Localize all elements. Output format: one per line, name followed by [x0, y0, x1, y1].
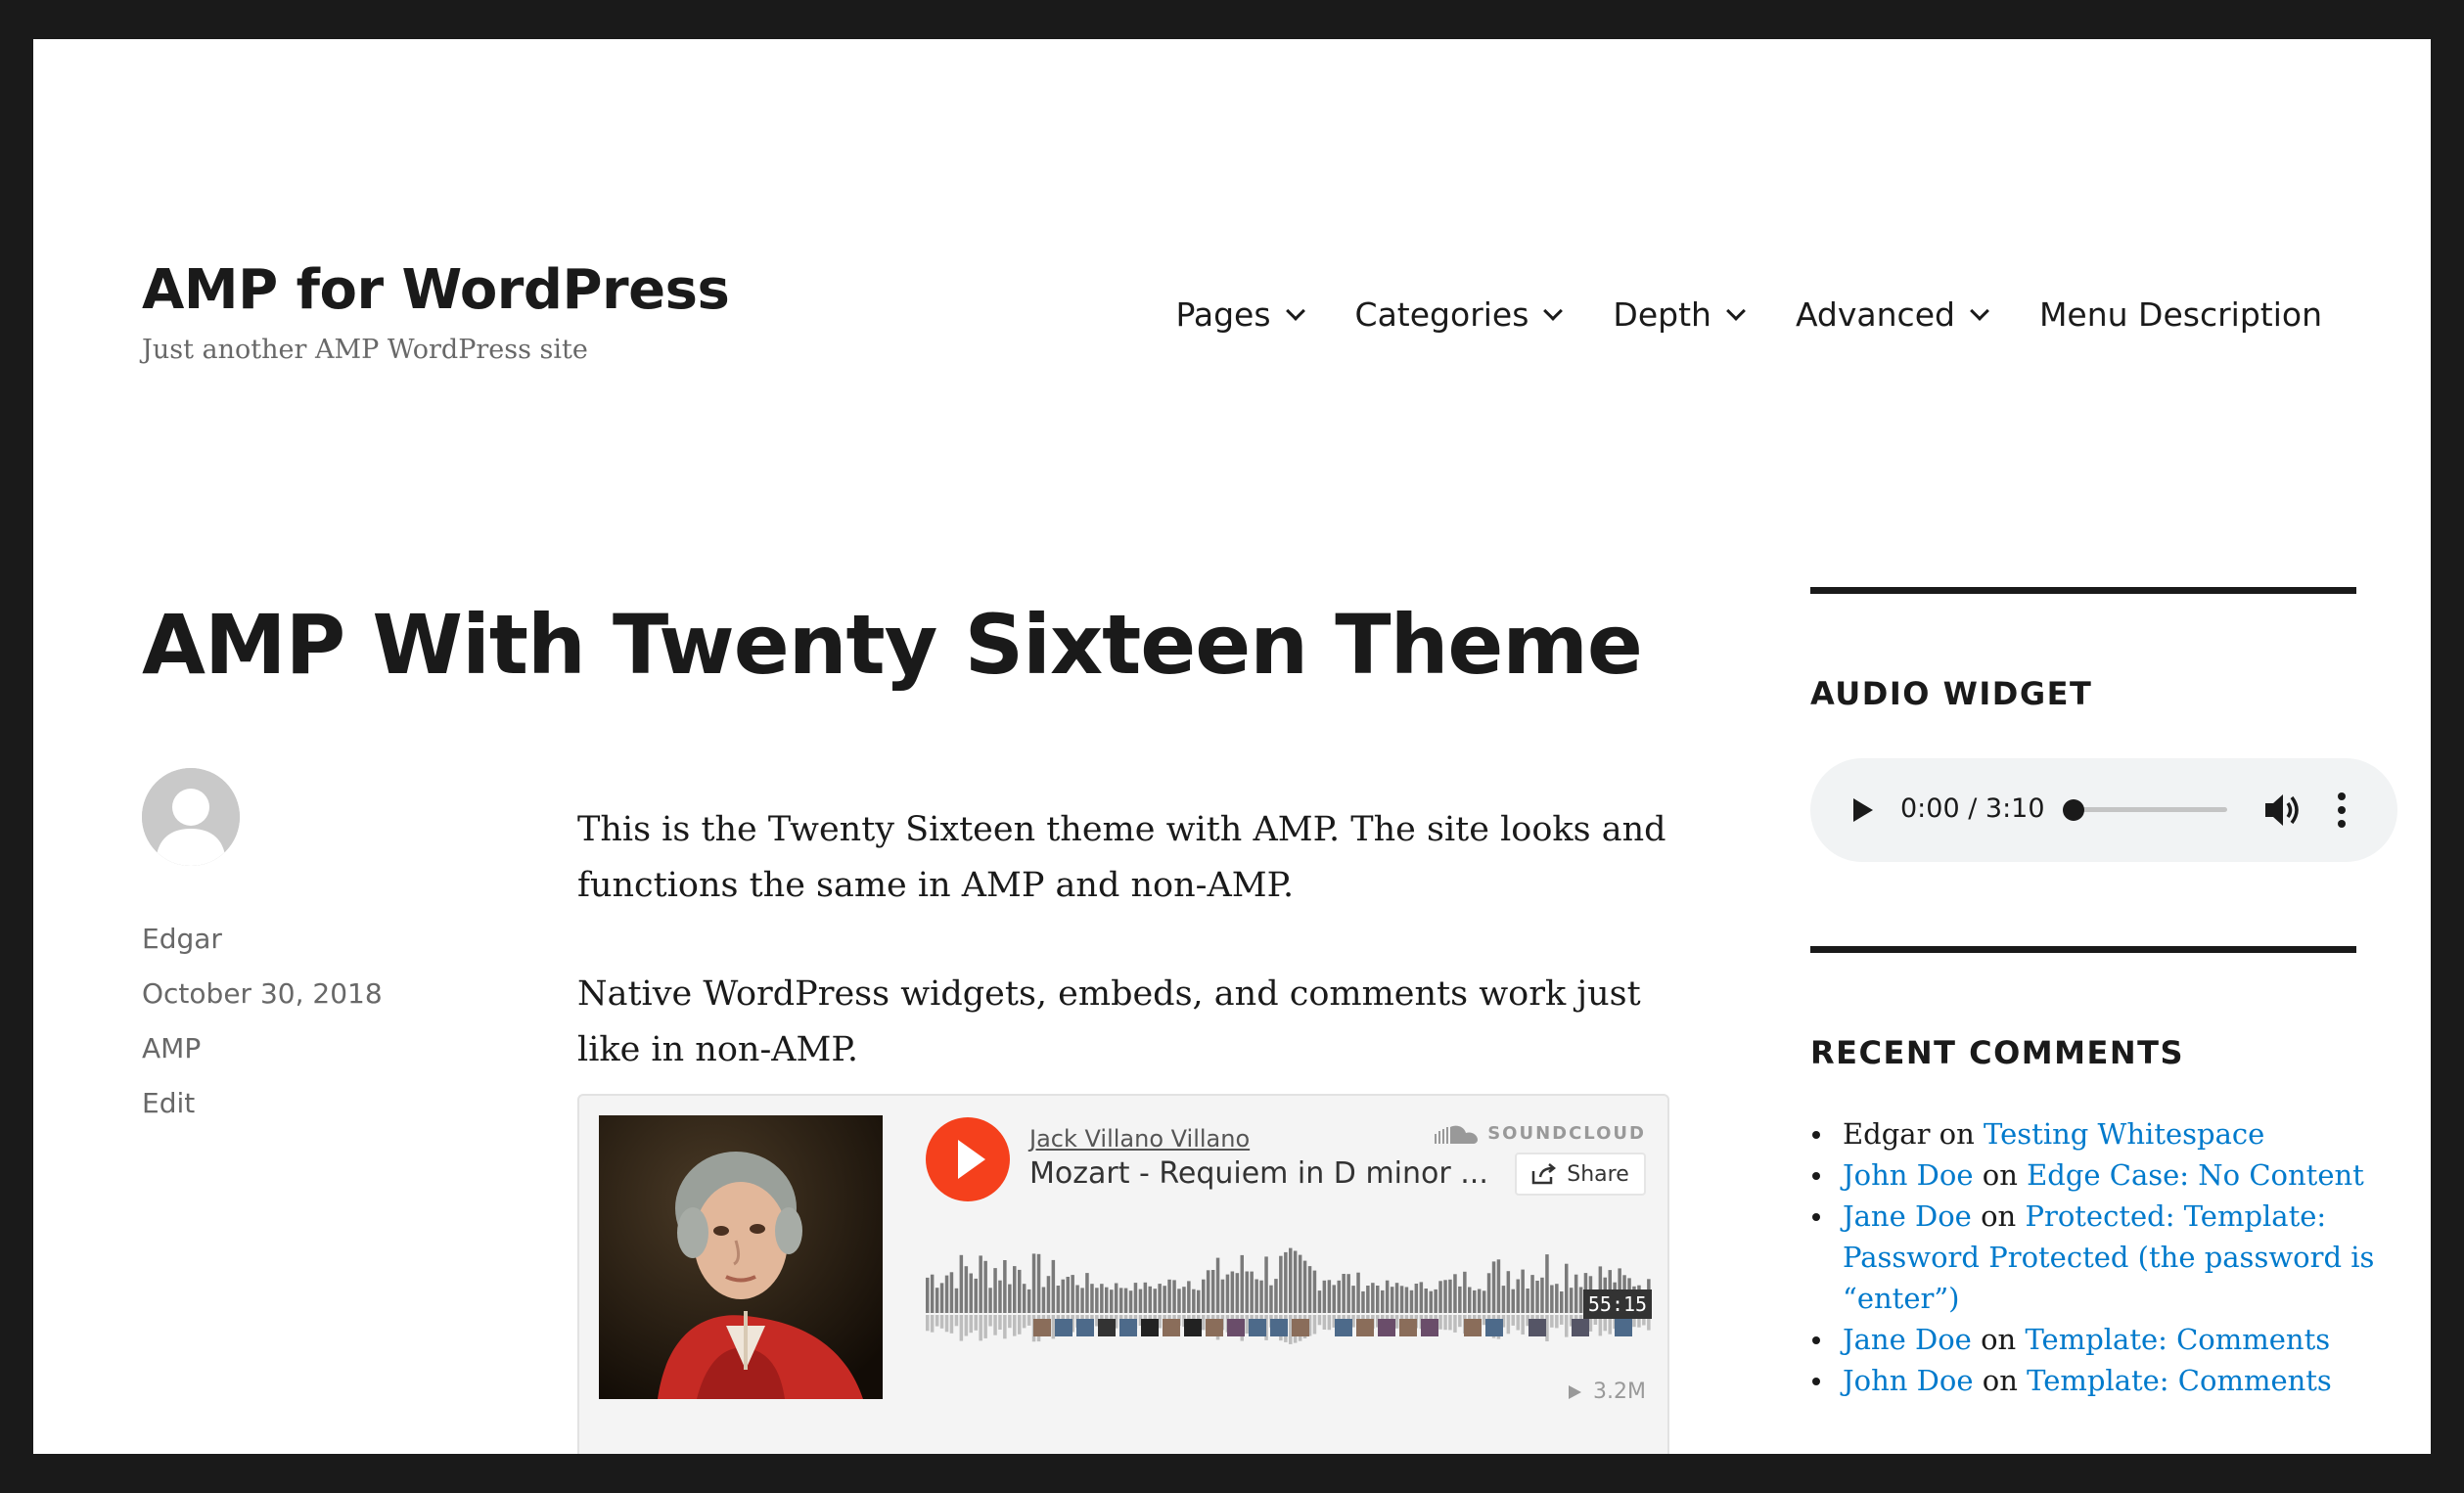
post-paragraph: Native WordPress widgets, embeds, and co… [577, 974, 1641, 1069]
audio-seek-thumb[interactable] [2063, 799, 2084, 821]
play-button[interactable] [926, 1117, 1010, 1201]
recent-comments-list: Edgar on Testing Whitespace John Doe on … [1810, 1113, 2378, 1401]
nav-item-label: Categories [1354, 295, 1529, 334]
track-artwork[interactable] [599, 1115, 883, 1399]
soundcloud-embed: Jack Villano Villano Mozart - Requiem in… [577, 1094, 1669, 1454]
comment-author: Edgar [1843, 1117, 1931, 1151]
nav-item-menu-description[interactable]: Menu Description [2039, 295, 2322, 334]
list-item: John Doe on Edge Case: No Content [1810, 1154, 2378, 1196]
waveform[interactable]: 55:15 [926, 1243, 1652, 1350]
recent-comments-title: RECENT COMMENTS [1810, 1034, 2184, 1071]
nav-item-label: Menu Description [2038, 295, 2322, 334]
soundcloud-logo-text: SOUNDCLOUD [1487, 1123, 1646, 1144]
share-button[interactable]: Share [1515, 1153, 1646, 1196]
nav-item-depth[interactable]: Depth [1613, 295, 1746, 334]
nav-item-advanced[interactable]: Advanced [1795, 295, 1989, 334]
mozart-portrait-image [599, 1115, 883, 1399]
share-label: Share [1567, 1161, 1629, 1187]
share-icon [1532, 1163, 1557, 1185]
track-artist-link[interactable]: Jack Villano Villano [1029, 1125, 1250, 1153]
comment-post-link[interactable]: Template: Comments [2027, 1364, 2332, 1397]
audio-seek-bar[interactable] [2073, 807, 2227, 812]
on-word: on [1981, 1323, 2017, 1356]
list-item: Jane Doe on Protected: Template: Passwor… [1810, 1196, 2378, 1319]
volume-icon[interactable] [2262, 791, 2304, 830]
nav-item-categories[interactable]: Categories [1354, 295, 1564, 334]
nav-item-label: Depth [1613, 295, 1711, 334]
audio-widget-title: AUDIO WIDGET [1810, 675, 2093, 712]
nav-item-label: Advanced [1795, 295, 1955, 334]
default-avatar-icon [142, 768, 240, 866]
play-icon[interactable] [1848, 795, 1877, 825]
nav-item-pages[interactable]: Pages [1175, 295, 1305, 334]
chevron-down-icon [1285, 300, 1305, 321]
post-date[interactable]: October 30, 2018 [142, 977, 383, 1010]
on-word: on [1982, 1158, 2018, 1192]
comment-author-link[interactable]: John Doe [1843, 1158, 1974, 1192]
chevron-down-icon [1543, 300, 1564, 321]
list-item: Edgar on Testing Whitespace [1810, 1113, 2378, 1154]
widget-divider [1810, 946, 2356, 953]
site-description: Just another AMP WordPress site [142, 335, 588, 365]
soundcloud-logo[interactable]: SOUNDCLOUD [1435, 1123, 1646, 1144]
page: AMP for WordPress Just another AMP WordP… [33, 39, 2431, 1454]
post-author[interactable]: Edgar [142, 923, 222, 955]
post-paragraph: This is the Twenty Sixteen theme with AM… [577, 810, 1666, 905]
main-navigation: Pages Categories Depth Advanced Menu Des… [1122, 295, 2322, 334]
post-category[interactable]: AMP [142, 1032, 201, 1064]
on-word: on [1981, 1199, 2017, 1233]
on-word: on [1982, 1364, 2018, 1397]
site-title[interactable]: AMP for WordPress [142, 258, 730, 322]
avatar[interactable] [142, 768, 240, 866]
chevron-down-icon [1970, 300, 1989, 321]
more-options-icon[interactable] [2335, 792, 2349, 831]
comment-post-link[interactable]: Testing Whitespace [1984, 1117, 2264, 1151]
comment-author-link[interactable]: John Doe [1843, 1364, 1974, 1397]
audio-time: 0:00 / 3:10 [1900, 793, 2045, 824]
soundcloud-cloud-icon [1435, 1125, 1479, 1144]
nav-item-label: Pages [1175, 295, 1271, 334]
edit-link[interactable]: Edit [142, 1087, 195, 1119]
chevron-down-icon [1726, 300, 1746, 321]
comment-author-link[interactable]: Jane Doe [1843, 1323, 1972, 1356]
comment-post-link[interactable]: Edge Case: No Content [2027, 1158, 2364, 1192]
post-title: AMP With Twenty Sixteen Theme [142, 597, 1643, 693]
list-item: John Doe on Template: Comments [1810, 1360, 2378, 1401]
track-title[interactable]: Mozart - Requiem in D minor ... [1029, 1156, 1488, 1191]
widget-divider [1810, 587, 2356, 594]
play-count-icon [1569, 1384, 1582, 1399]
on-word: on [1939, 1117, 1975, 1151]
play-count-value: 3.2M [1593, 1380, 1646, 1404]
track-duration: 55:15 [1588, 1292, 1647, 1316]
play-count: 3.2M [1566, 1380, 1646, 1404]
comment-post-link[interactable]: Template: Comments [2025, 1323, 2330, 1356]
list-item: Jane Doe on Template: Comments [1810, 1319, 2378, 1360]
comment-author-link[interactable]: Jane Doe [1843, 1199, 1972, 1233]
audio-player: 0:00 / 3:10 [1810, 758, 2397, 862]
